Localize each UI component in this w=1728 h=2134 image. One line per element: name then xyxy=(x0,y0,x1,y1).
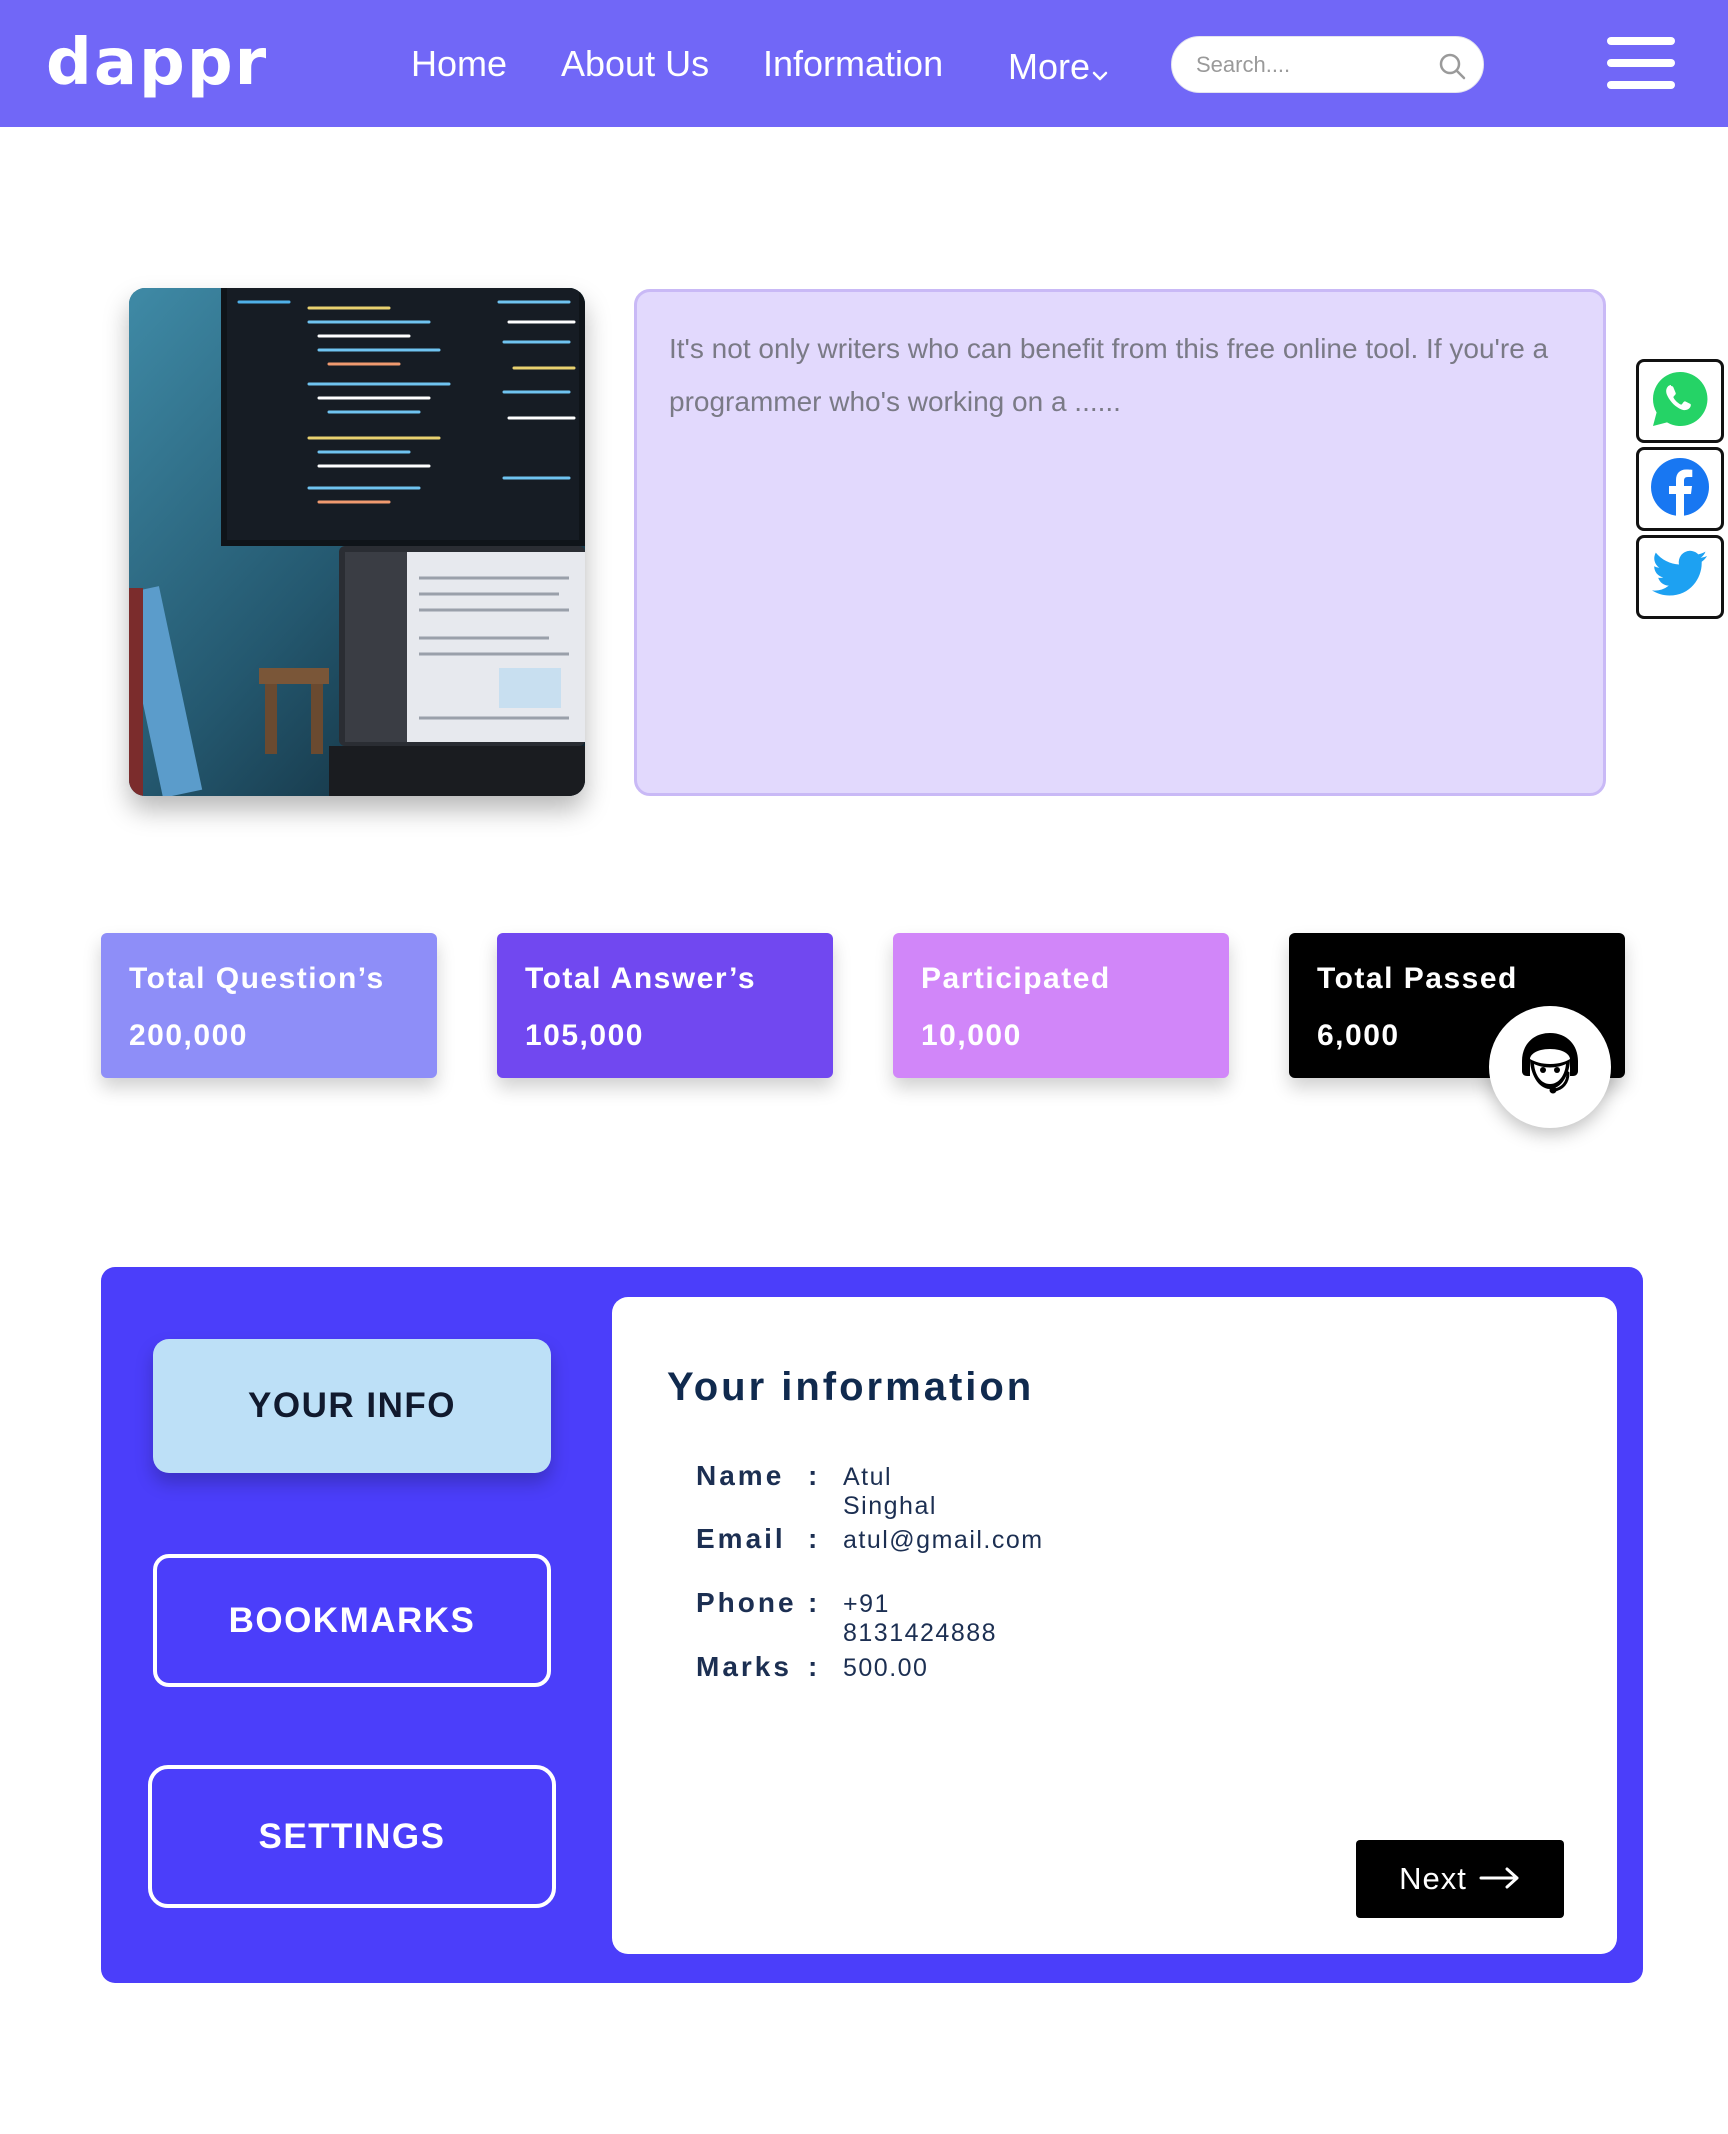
nav-link-information[interactable]: Information xyxy=(763,40,943,88)
hero-description-box: It's not only writers who can benefit fr… xyxy=(634,289,1606,796)
settings-button[interactable]: SETTINGS xyxy=(148,1765,556,1908)
your-information-card: Your information Name : Atul Singhal Ema… xyxy=(612,1297,1617,1954)
field-label: Marks xyxy=(696,1651,792,1682)
top-navbar: dappr Home About Us Information More xyxy=(0,0,1728,127)
stat-value: 6,000 xyxy=(1317,1019,1400,1052)
field-value: atul@gmail.com xyxy=(843,1526,1044,1554)
next-button[interactable]: Next xyxy=(1356,1840,1564,1918)
profile-panel: YOUR INFO BOOKMARKS SETTINGS Your inform… xyxy=(101,1267,1643,1983)
field-separator: : xyxy=(808,1587,818,1618)
field-value: Atul Singhal xyxy=(843,1463,937,1520)
stat-card-participated: Participated 10,000 xyxy=(893,933,1229,1078)
facebook-share-button[interactable] xyxy=(1636,447,1724,531)
bookmarks-button[interactable]: BOOKMARKS xyxy=(153,1554,551,1687)
stat-card-total-questions: Total Question’s 200,000 xyxy=(101,933,437,1078)
nav-more-label: More xyxy=(1008,46,1091,87)
support-agent-icon xyxy=(1508,1023,1592,1112)
field-label: Phone xyxy=(696,1587,797,1618)
your-info-button[interactable]: YOUR INFO xyxy=(153,1339,551,1473)
field-value: 500.00 xyxy=(843,1654,929,1682)
search-icon[interactable] xyxy=(1437,51,1467,81)
stat-value: 105,000 xyxy=(525,1019,644,1052)
facebook-icon xyxy=(1648,455,1712,524)
nav-link-about-us[interactable]: About Us xyxy=(561,40,709,88)
field-separator: : xyxy=(808,1651,818,1682)
stat-label: Total Passed xyxy=(1317,962,1518,995)
hamburger-line xyxy=(1607,81,1675,89)
hamburger-line xyxy=(1607,37,1675,45)
info-card-title: Your information xyxy=(667,1365,1035,1409)
search-input[interactable] xyxy=(1196,47,1426,83)
stat-label: Participated xyxy=(921,962,1111,995)
stat-card-total-answers: Total Answer’s 105,000 xyxy=(497,933,833,1078)
whatsapp-icon xyxy=(1649,368,1711,435)
nav-link-home[interactable]: Home xyxy=(411,40,507,88)
hero-description: It's not only writers who can benefit fr… xyxy=(669,333,1549,417)
field-separator: : xyxy=(808,1523,818,1554)
chevron-down-icon xyxy=(1092,46,1108,94)
stat-value: 10,000 xyxy=(921,1019,1022,1052)
hamburger-icon[interactable] xyxy=(1607,37,1675,89)
whatsapp-share-button[interactable] xyxy=(1636,359,1724,443)
next-button-label: Next xyxy=(1399,1861,1467,1896)
field-value: +91 8131424888 xyxy=(843,1590,998,1647)
support-chat-button[interactable] xyxy=(1489,1006,1611,1128)
field-separator: : xyxy=(808,1460,818,1491)
stat-label: Total Answer’s xyxy=(525,962,757,995)
nav-dropdown-more[interactable]: More xyxy=(1008,40,1108,94)
twitter-share-button[interactable] xyxy=(1636,535,1724,619)
stat-value: 200,000 xyxy=(129,1019,248,1052)
hero-image xyxy=(129,288,585,796)
logo[interactable]: dappr xyxy=(46,28,268,98)
search-box xyxy=(1171,36,1484,93)
hamburger-line xyxy=(1607,59,1675,67)
field-label: Email xyxy=(696,1523,786,1554)
stat-label: Total Question’s xyxy=(129,962,385,995)
twitter-icon xyxy=(1651,550,1709,605)
field-label: Name xyxy=(696,1460,785,1491)
arrow-right-icon xyxy=(1479,1861,1521,1897)
